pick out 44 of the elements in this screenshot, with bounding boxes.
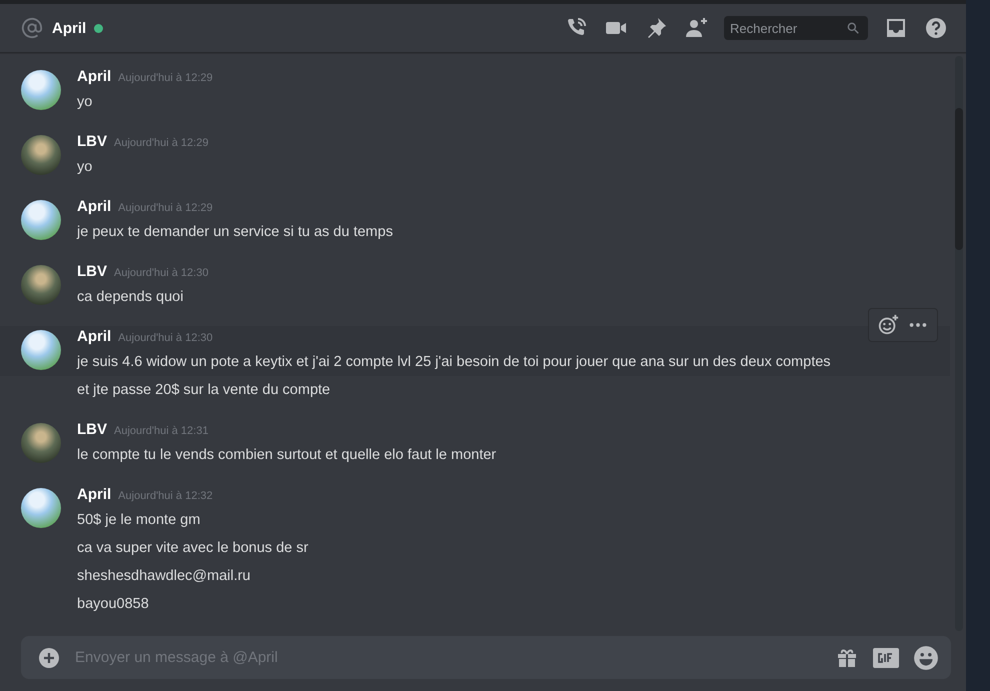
author-name[interactable]: LBV <box>77 421 107 438</box>
message-text: yo <box>77 93 94 112</box>
author-name[interactable]: April <box>77 68 112 85</box>
add-reaction-icon[interactable] <box>877 314 899 336</box>
avatar-photo[interactable] <box>21 488 61 528</box>
smiley-icon[interactable] <box>913 644 939 670</box>
timestamp: Aujourd'hui à 12:31 <box>114 425 208 437</box>
help-icon[interactable] <box>924 16 948 40</box>
message-text: je peux te demander un service si tu as du temps <box>77 223 394 242</box>
message-text: bayou0858 <box>77 595 150 614</box>
message-text: je suis 4.6 widow un pote a keytix et j'ai 2 compte lvl 25 j'ai besoin de toi pour jouer que ana sur un des deux comptes <box>77 353 832 372</box>
author-name[interactable]: LBV <box>77 133 107 150</box>
at-icon <box>21 17 43 39</box>
gif-icon[interactable] <box>873 648 899 668</box>
message-text: le compte tu le vends combien surtout et quelle elo faut le monter <box>77 446 498 465</box>
message-text: yo <box>77 158 94 177</box>
timestamp: Aujourd'hui à 12:30 <box>114 267 208 279</box>
timestamp: Aujourd'hui à 12:29 <box>114 137 208 149</box>
message-text: ca va super vite avec le bonus de sr <box>77 539 310 558</box>
search-field[interactable]: Rechercher <box>724 16 868 40</box>
channel-name: April <box>52 20 86 36</box>
author-name[interactable]: April <box>77 486 112 503</box>
avatar-photo[interactable] <box>21 200 61 240</box>
scrollbar-thumb[interactable] <box>955 108 963 250</box>
timestamp: Aujourd'hui à 12:29 <box>118 202 213 214</box>
inbox-icon[interactable] <box>884 16 908 40</box>
avatar-photo[interactable] <box>21 423 61 463</box>
message-text: ca depends quoi <box>77 288 184 307</box>
author-name[interactable]: LBV <box>77 263 107 280</box>
author-name[interactable]: April <box>77 328 112 345</box>
timestamp: Aujourd'hui à 12:32 <box>118 490 213 502</box>
message-text: et jte passe 20$ sur la vente du compte <box>77 381 332 400</box>
add-user-icon[interactable] <box>684 16 708 40</box>
search-icon <box>846 21 860 35</box>
timestamp: Aujourd'hui à 12:30 <box>118 332 213 344</box>
add-icon[interactable] <box>37 646 61 670</box>
author-name[interactable]: April <box>77 198 112 215</box>
avatar-photo[interactable] <box>21 265 61 305</box>
message-text: sheshesdhawdlec@mail.ru <box>77 567 252 586</box>
timestamp: Aujourd'hui à 12:29 <box>118 72 213 84</box>
avatar-photo[interactable] <box>21 135 61 175</box>
message-text: 50$ je le monte gm <box>77 511 202 530</box>
avatar-photo[interactable] <box>21 330 61 370</box>
avatar-photo[interactable] <box>21 70 61 110</box>
